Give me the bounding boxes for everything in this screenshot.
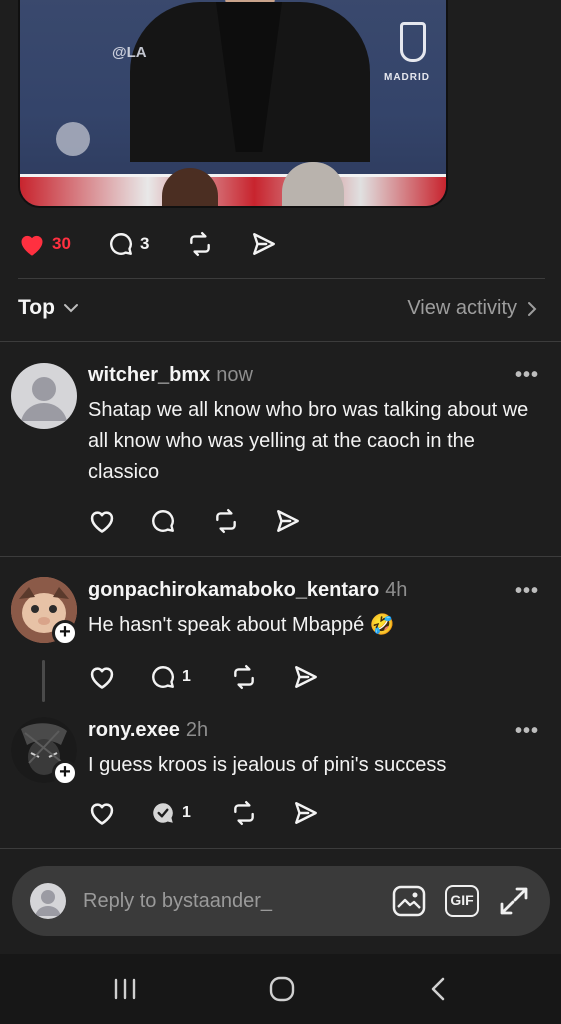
reply-bar: Reply to bystaander_ GIF [12, 866, 550, 936]
repost-button[interactable] [212, 508, 274, 534]
comment-header: rony.exee 2h [88, 719, 208, 742]
more-icon: ••• [515, 580, 540, 602]
reply-count: 1 [182, 668, 191, 685]
comment-icon [108, 231, 134, 257]
comment-icon [150, 508, 176, 534]
heart-icon [88, 508, 116, 534]
like-button[interactable] [88, 800, 150, 826]
comment-action-bar: 1 [88, 800, 320, 826]
post-image-crest [400, 22, 426, 62]
comment-button[interactable]: 3 [108, 231, 186, 257]
avatar[interactable] [11, 363, 77, 429]
username[interactable]: witcher_bmx [88, 364, 210, 386]
repost-button[interactable] [186, 231, 250, 257]
reply-count: 1 [182, 804, 191, 821]
image-icon [392, 885, 426, 917]
comment-check-icon [150, 800, 176, 826]
comment-count: 3 [140, 234, 150, 253]
divider [0, 556, 561, 557]
post-image-madrid-text: MADRID [384, 72, 430, 83]
comment-action-bar: 1 [88, 664, 320, 690]
username[interactable]: rony.exee [88, 719, 180, 741]
chevron-down-icon [63, 302, 79, 314]
share-button[interactable] [292, 664, 320, 690]
sort-dropdown[interactable]: Top [18, 296, 79, 320]
share-icon [250, 231, 278, 257]
post-image-banner [20, 174, 446, 206]
comment-text: He hasn't speak about Mbappé 🤣 [88, 614, 395, 636]
more-options-button[interactable]: ••• [515, 720, 539, 743]
sort-label: Top [18, 296, 55, 319]
like-button[interactable]: 30 [18, 231, 108, 257]
share-button[interactable] [274, 508, 302, 534]
more-icon: ••• [515, 364, 540, 386]
more-icon: ••• [515, 720, 540, 742]
heart-icon [88, 664, 116, 690]
share-button[interactable] [250, 231, 278, 257]
share-icon [292, 664, 320, 690]
home-icon [268, 975, 296, 1003]
comment-action-bar [88, 508, 302, 534]
view-activity-link[interactable]: View activity [407, 297, 537, 320]
recent-apps-button[interactable] [112, 978, 138, 1000]
gif-button[interactable]: GIF [445, 885, 479, 917]
divider [0, 848, 561, 849]
divider [18, 278, 545, 279]
follow-button[interactable]: + [52, 620, 78, 646]
thread-line [42, 660, 45, 702]
post-image-badge [56, 122, 90, 156]
view-activity-label: View activity [407, 297, 517, 319]
system-nav-bar [0, 954, 561, 1024]
post-action-bar: 30 3 [18, 230, 278, 258]
repost-button[interactable] [230, 664, 292, 690]
comment-icon [150, 664, 176, 690]
post-image-face [282, 162, 344, 206]
back-icon [428, 976, 448, 1002]
share-icon [292, 800, 320, 826]
repost-icon [186, 231, 214, 257]
heart-icon [88, 800, 116, 826]
share-button[interactable] [292, 800, 320, 826]
repost-icon [230, 664, 258, 690]
expand-button[interactable] [498, 885, 530, 917]
timestamp: now [216, 364, 253, 386]
comment-header: gonpachirokamaboko_kentaro 4h [88, 579, 407, 602]
share-icon [274, 508, 302, 534]
follow-button[interactable]: + [52, 760, 78, 786]
comment-text: Shatap we all know who bro was talking a… [88, 399, 529, 483]
heart-icon [18, 231, 46, 257]
divider [0, 341, 561, 342]
reply-button[interactable]: 1 [150, 800, 230, 826]
repost-button[interactable] [230, 800, 292, 826]
repost-icon [230, 800, 258, 826]
repost-icon [212, 508, 240, 534]
recent-apps-icon [112, 978, 138, 1000]
chevron-right-icon [527, 301, 537, 317]
more-options-button[interactable]: ••• [515, 364, 539, 387]
reply-input[interactable]: Reply to bystaander_ [83, 890, 272, 913]
reply-button[interactable] [150, 508, 212, 534]
reply-button[interactable]: 1 [150, 664, 230, 690]
timestamp: 4h [385, 579, 408, 601]
back-button[interactable] [428, 976, 448, 1002]
timestamp: 2h [185, 719, 209, 741]
post-image[interactable]: @LA MADRID [18, 0, 448, 208]
comment-header: witcher_bmx now [88, 364, 253, 387]
comment-text: I guess kroos is jealous of pini's succe… [88, 754, 447, 776]
more-options-button[interactable]: ••• [515, 580, 539, 603]
like-button[interactable] [88, 664, 150, 690]
attach-image-button[interactable] [392, 885, 426, 917]
like-button[interactable] [88, 508, 150, 534]
username[interactable]: gonpachirokamaboko_kentaro [88, 579, 379, 601]
expand-icon [498, 885, 530, 917]
like-count: 30 [52, 234, 71, 253]
home-button[interactable] [268, 975, 296, 1003]
post-image-sponsor-logo: @LA [112, 44, 147, 61]
my-avatar [30, 883, 66, 919]
